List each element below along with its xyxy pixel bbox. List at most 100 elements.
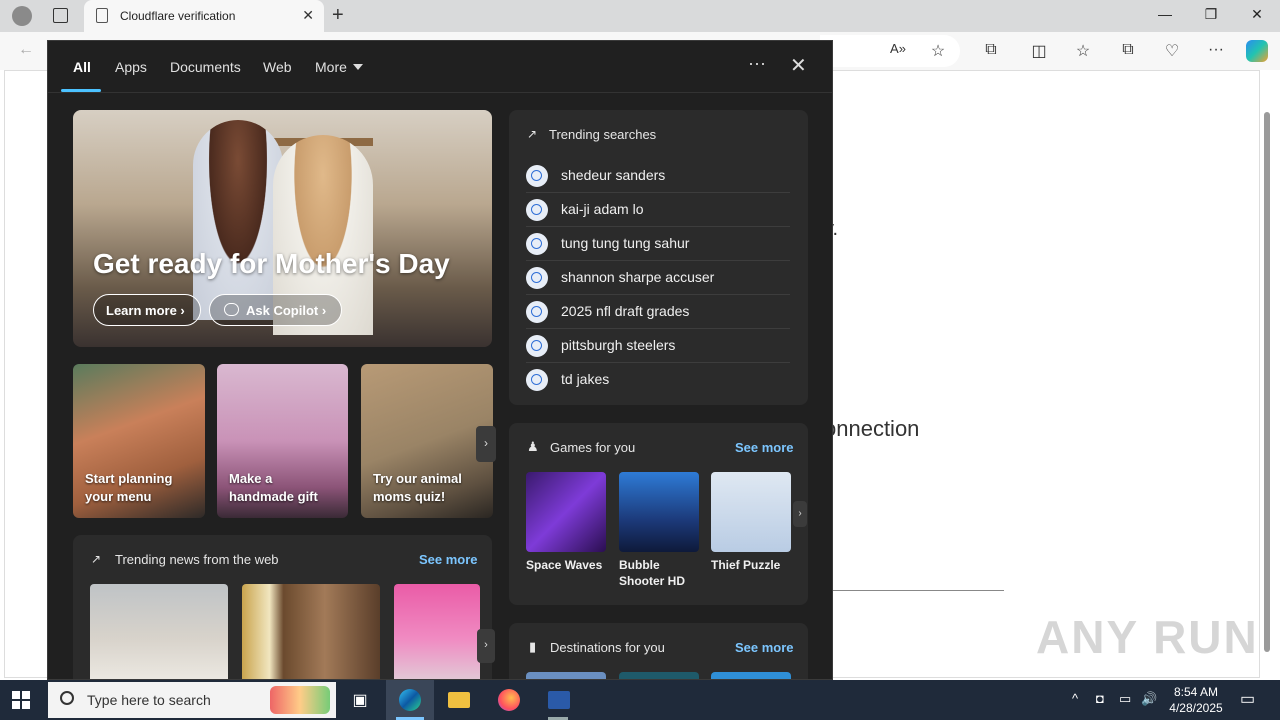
- game-thumbnail[interactable]: [526, 472, 606, 552]
- panel-tabs: All Apps Documents Web More ··· ✕: [48, 41, 832, 93]
- browser-tab-bar: Cloudflare verification ✕ + — ❐ ✕: [0, 0, 1280, 32]
- news-thumbnail[interactable]: [394, 584, 480, 679]
- browser-tab[interactable]: Cloudflare verification ✕: [84, 0, 324, 32]
- trending-search-item[interactable]: tung tung tung sahur: [526, 227, 790, 261]
- task-view-icon[interactable]: ▣: [336, 680, 384, 720]
- news-see-more-link[interactable]: See more: [419, 552, 478, 567]
- chat-icon: [224, 303, 239, 316]
- destination-thumbnail[interactable]: [711, 672, 791, 679]
- taskbar: Type here to search ▣ ^ ◘ ▭ 🔊 8:54 AM 4/…: [0, 680, 1280, 720]
- taskbar-search-placeholder: Type here to search: [87, 692, 211, 708]
- search-icon: [526, 335, 548, 357]
- trending-search-item[interactable]: td jakes: [526, 363, 790, 397]
- new-tab-button[interactable]: +: [332, 4, 344, 27]
- close-icon[interactable]: ✕: [790, 53, 807, 78]
- games-icon: ♟: [527, 439, 539, 454]
- windows-start-icon[interactable]: [12, 691, 30, 709]
- clock-date: 4/28/2025: [1169, 701, 1223, 715]
- tab-documents[interactable]: Documents: [170, 59, 241, 75]
- read-aloud-icon[interactable]: A»: [886, 41, 910, 56]
- promo-card-quiz[interactable]: Try our animal moms quiz!: [361, 364, 493, 518]
- notifications-icon[interactable]: ▭: [1240, 689, 1255, 709]
- page-scrollbar[interactable]: [1262, 76, 1274, 672]
- trending-search-item[interactable]: 2025 nfl draft grades: [526, 295, 790, 329]
- edge-browser-icon[interactable]: [386, 680, 434, 720]
- luggage-icon: ▮: [529, 639, 537, 654]
- file-explorer-icon[interactable]: [434, 680, 482, 720]
- hero-title: Get ready for Mother's Day: [93, 248, 450, 279]
- hero-image-person: [193, 120, 283, 320]
- game-thumbnail[interactable]: [711, 472, 791, 552]
- minimize-button[interactable]: —: [1150, 6, 1180, 22]
- game-title[interactable]: Space Waves: [526, 557, 606, 573]
- page-icon: [96, 8, 108, 23]
- browser-essentials-icon[interactable]: ♡: [1160, 41, 1184, 61]
- scrollbar-thumb[interactable]: [1264, 112, 1270, 652]
- news-thumbnail[interactable]: [90, 584, 228, 679]
- promo-card-gift[interactable]: Make a handmade gift: [217, 364, 348, 518]
- trending-search-item[interactable]: pittsburgh steelers: [526, 329, 790, 363]
- destination-thumbnail[interactable]: [619, 672, 699, 679]
- destination-thumbnail[interactable]: [526, 672, 606, 679]
- chevron-right-icon[interactable]: ›: [793, 501, 807, 527]
- search-icon: [526, 165, 548, 187]
- extensions-icon[interactable]: ⧉: [979, 41, 1003, 59]
- hero-banner[interactable]: Get ready for Mother's Day Learn more › …: [73, 110, 492, 347]
- meet-now-icon[interactable]: ◘: [1096, 691, 1104, 706]
- taskbar-search-box[interactable]: Type here to search: [48, 682, 336, 718]
- search-icon: [60, 691, 74, 705]
- firefox-icon[interactable]: [484, 680, 532, 720]
- news-thumbnail[interactable]: [242, 584, 380, 679]
- trending-search-item[interactable]: kai-ji adam lo: [526, 193, 790, 227]
- search-icon: [526, 233, 548, 255]
- destinations-see-more-link[interactable]: See more: [735, 640, 794, 655]
- copilot-icon[interactable]: [1246, 40, 1268, 62]
- trending-search-item[interactable]: shannon sharpe accuser: [526, 261, 790, 295]
- promo-card-menu[interactable]: Start planning your menu: [73, 364, 205, 518]
- more-options-icon[interactable]: ···: [748, 53, 766, 74]
- split-screen-icon[interactable]: ◫: [1027, 41, 1051, 61]
- ask-copilot-label: Ask Copilot ›: [246, 303, 327, 318]
- chevron-down-icon: [353, 64, 363, 70]
- search-highlight-image: [270, 686, 330, 714]
- search-icon: [526, 267, 548, 289]
- game-title[interactable]: Thief Puzzle: [711, 557, 791, 573]
- tab-all[interactable]: All: [73, 59, 91, 75]
- collections-icon[interactable]: ⧉: [1116, 41, 1140, 59]
- learn-more-button[interactable]: Learn more ›: [93, 294, 201, 326]
- tab-title: Cloudflare verification: [120, 9, 236, 23]
- page-heading: onnection: [824, 416, 920, 441]
- favorites-icon[interactable]: ☆: [1071, 41, 1095, 61]
- ask-copilot-button[interactable]: Ask Copilot ›: [209, 294, 342, 326]
- settings-menu-icon[interactable]: ···: [1204, 41, 1228, 59]
- search-icon: [526, 199, 548, 221]
- tab-actions-icon[interactable]: [53, 8, 68, 23]
- chevron-right-icon[interactable]: ›: [476, 426, 496, 462]
- trending-icon: ↗: [527, 127, 538, 141]
- powershell-icon[interactable]: [534, 680, 582, 720]
- chevron-right-icon[interactable]: ›: [477, 629, 495, 663]
- destinations-header: Destinations for you: [550, 640, 665, 655]
- search-panel: All Apps Documents Web More ··· ✕ Get re…: [47, 40, 833, 680]
- profile-icon[interactable]: [12, 6, 32, 26]
- taskbar-clock[interactable]: 8:54 AM 4/28/2025: [1160, 684, 1232, 716]
- games-see-more-link[interactable]: See more: [735, 440, 794, 455]
- restore-button[interactable]: ❐: [1196, 6, 1226, 23]
- trending-searches-section: ↗ Trending searches shedeur sanders kai-…: [509, 110, 808, 405]
- trending-icon: ↗: [91, 552, 102, 566]
- game-thumbnail[interactable]: [619, 472, 699, 552]
- card-label: Start planning your menu: [85, 471, 173, 504]
- games-section: ♟ Games for you See more Space Waves Bub…: [509, 423, 808, 605]
- back-icon[interactable]: ←: [14, 41, 38, 59]
- network-icon[interactable]: ▭: [1119, 691, 1131, 707]
- chevron-up-icon[interactable]: ^: [1072, 691, 1078, 706]
- tab-apps[interactable]: Apps: [115, 59, 147, 75]
- volume-icon[interactable]: 🔊: [1141, 691, 1157, 707]
- add-favorite-icon[interactable]: ☆: [926, 41, 950, 61]
- window-close-button[interactable]: ✕: [1242, 6, 1272, 23]
- game-title[interactable]: Bubble Shooter HD: [619, 557, 699, 589]
- tab-close-icon[interactable]: ✕: [302, 7, 314, 24]
- tab-more[interactable]: More: [315, 59, 347, 75]
- tab-web[interactable]: Web: [263, 59, 292, 75]
- trending-search-item[interactable]: shedeur sanders: [526, 159, 790, 193]
